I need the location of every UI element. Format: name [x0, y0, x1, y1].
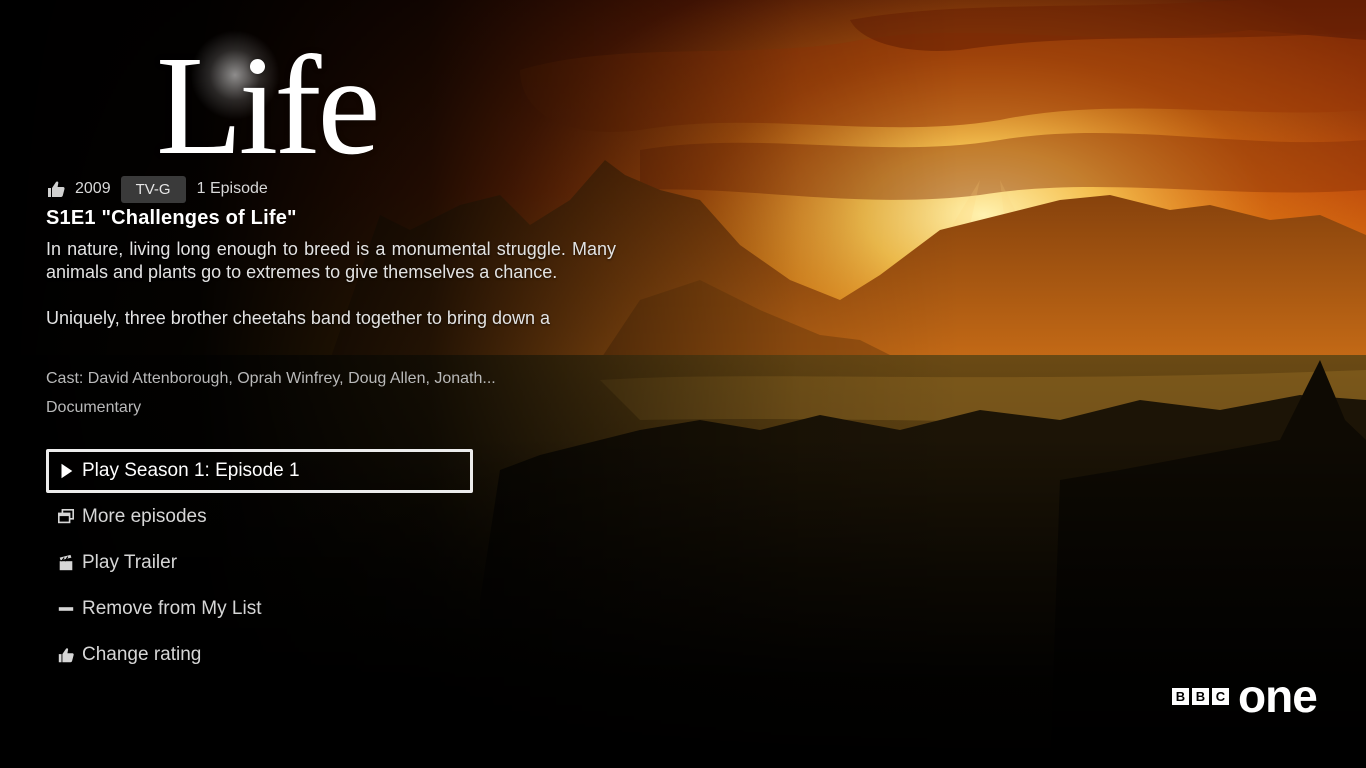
more-episodes-label: More episodes [82, 506, 207, 527]
change-rating-button[interactable]: Change rating [46, 633, 473, 677]
remove-from-list-label: Remove from My List [82, 598, 262, 619]
metadata-row: 2009 TV-G 1 Episode [46, 174, 268, 204]
episode-title: S1E1 "Challenges of Life" [46, 207, 297, 229]
play-trailer-button[interactable]: Play Trailer [46, 541, 473, 585]
action-menu: Play Season 1: Episode 1 More episodes P… [46, 449, 473, 679]
thumbs-up-icon [56, 645, 76, 665]
title-detail-screen: Life 2009 TV-G 1 Episode S1E1 "Challenge… [0, 0, 1366, 768]
change-rating-label: Change rating [82, 644, 202, 665]
maturity-rating-badge: TV-G [120, 175, 186, 203]
network-letter: B [1172, 687, 1189, 705]
remove-from-list-button[interactable]: Remove from My List [46, 587, 473, 631]
release-year: 2009 [75, 180, 111, 197]
play-trailer-label: Play Trailer [82, 552, 178, 573]
show-logo-text: Life [156, 26, 381, 184]
channel-logo: B B C one [1172, 670, 1318, 722]
network-letters: B B C [1172, 687, 1229, 705]
more-episodes-button[interactable]: More episodes [46, 495, 473, 539]
episodes-icon [56, 507, 76, 527]
channel-name: one [1238, 670, 1318, 722]
synopsis: In nature, living long enough to breed i… [46, 238, 616, 353]
synopsis-paragraph: In nature, living long enough to breed i… [46, 239, 616, 282]
network-letter: C [1212, 687, 1229, 705]
show-logo: Life [150, 20, 381, 180]
play-icon [56, 461, 76, 481]
thumbs-up-icon [46, 179, 66, 199]
episode-count: 1 Episode [196, 180, 268, 197]
cast-list: Cast: David Attenborough, Oprah Winfrey,… [46, 370, 496, 387]
clapperboard-icon [56, 553, 76, 573]
play-episode-button[interactable]: Play Season 1: Episode 1 [46, 449, 473, 493]
synopsis-paragraph: Uniquely, three brother cheetahs band to… [46, 308, 550, 328]
play-episode-label: Play Season 1: Episode 1 [82, 460, 300, 481]
network-letter: B [1192, 687, 1209, 705]
genre-label: Documentary [46, 399, 142, 416]
minus-icon [56, 599, 76, 619]
